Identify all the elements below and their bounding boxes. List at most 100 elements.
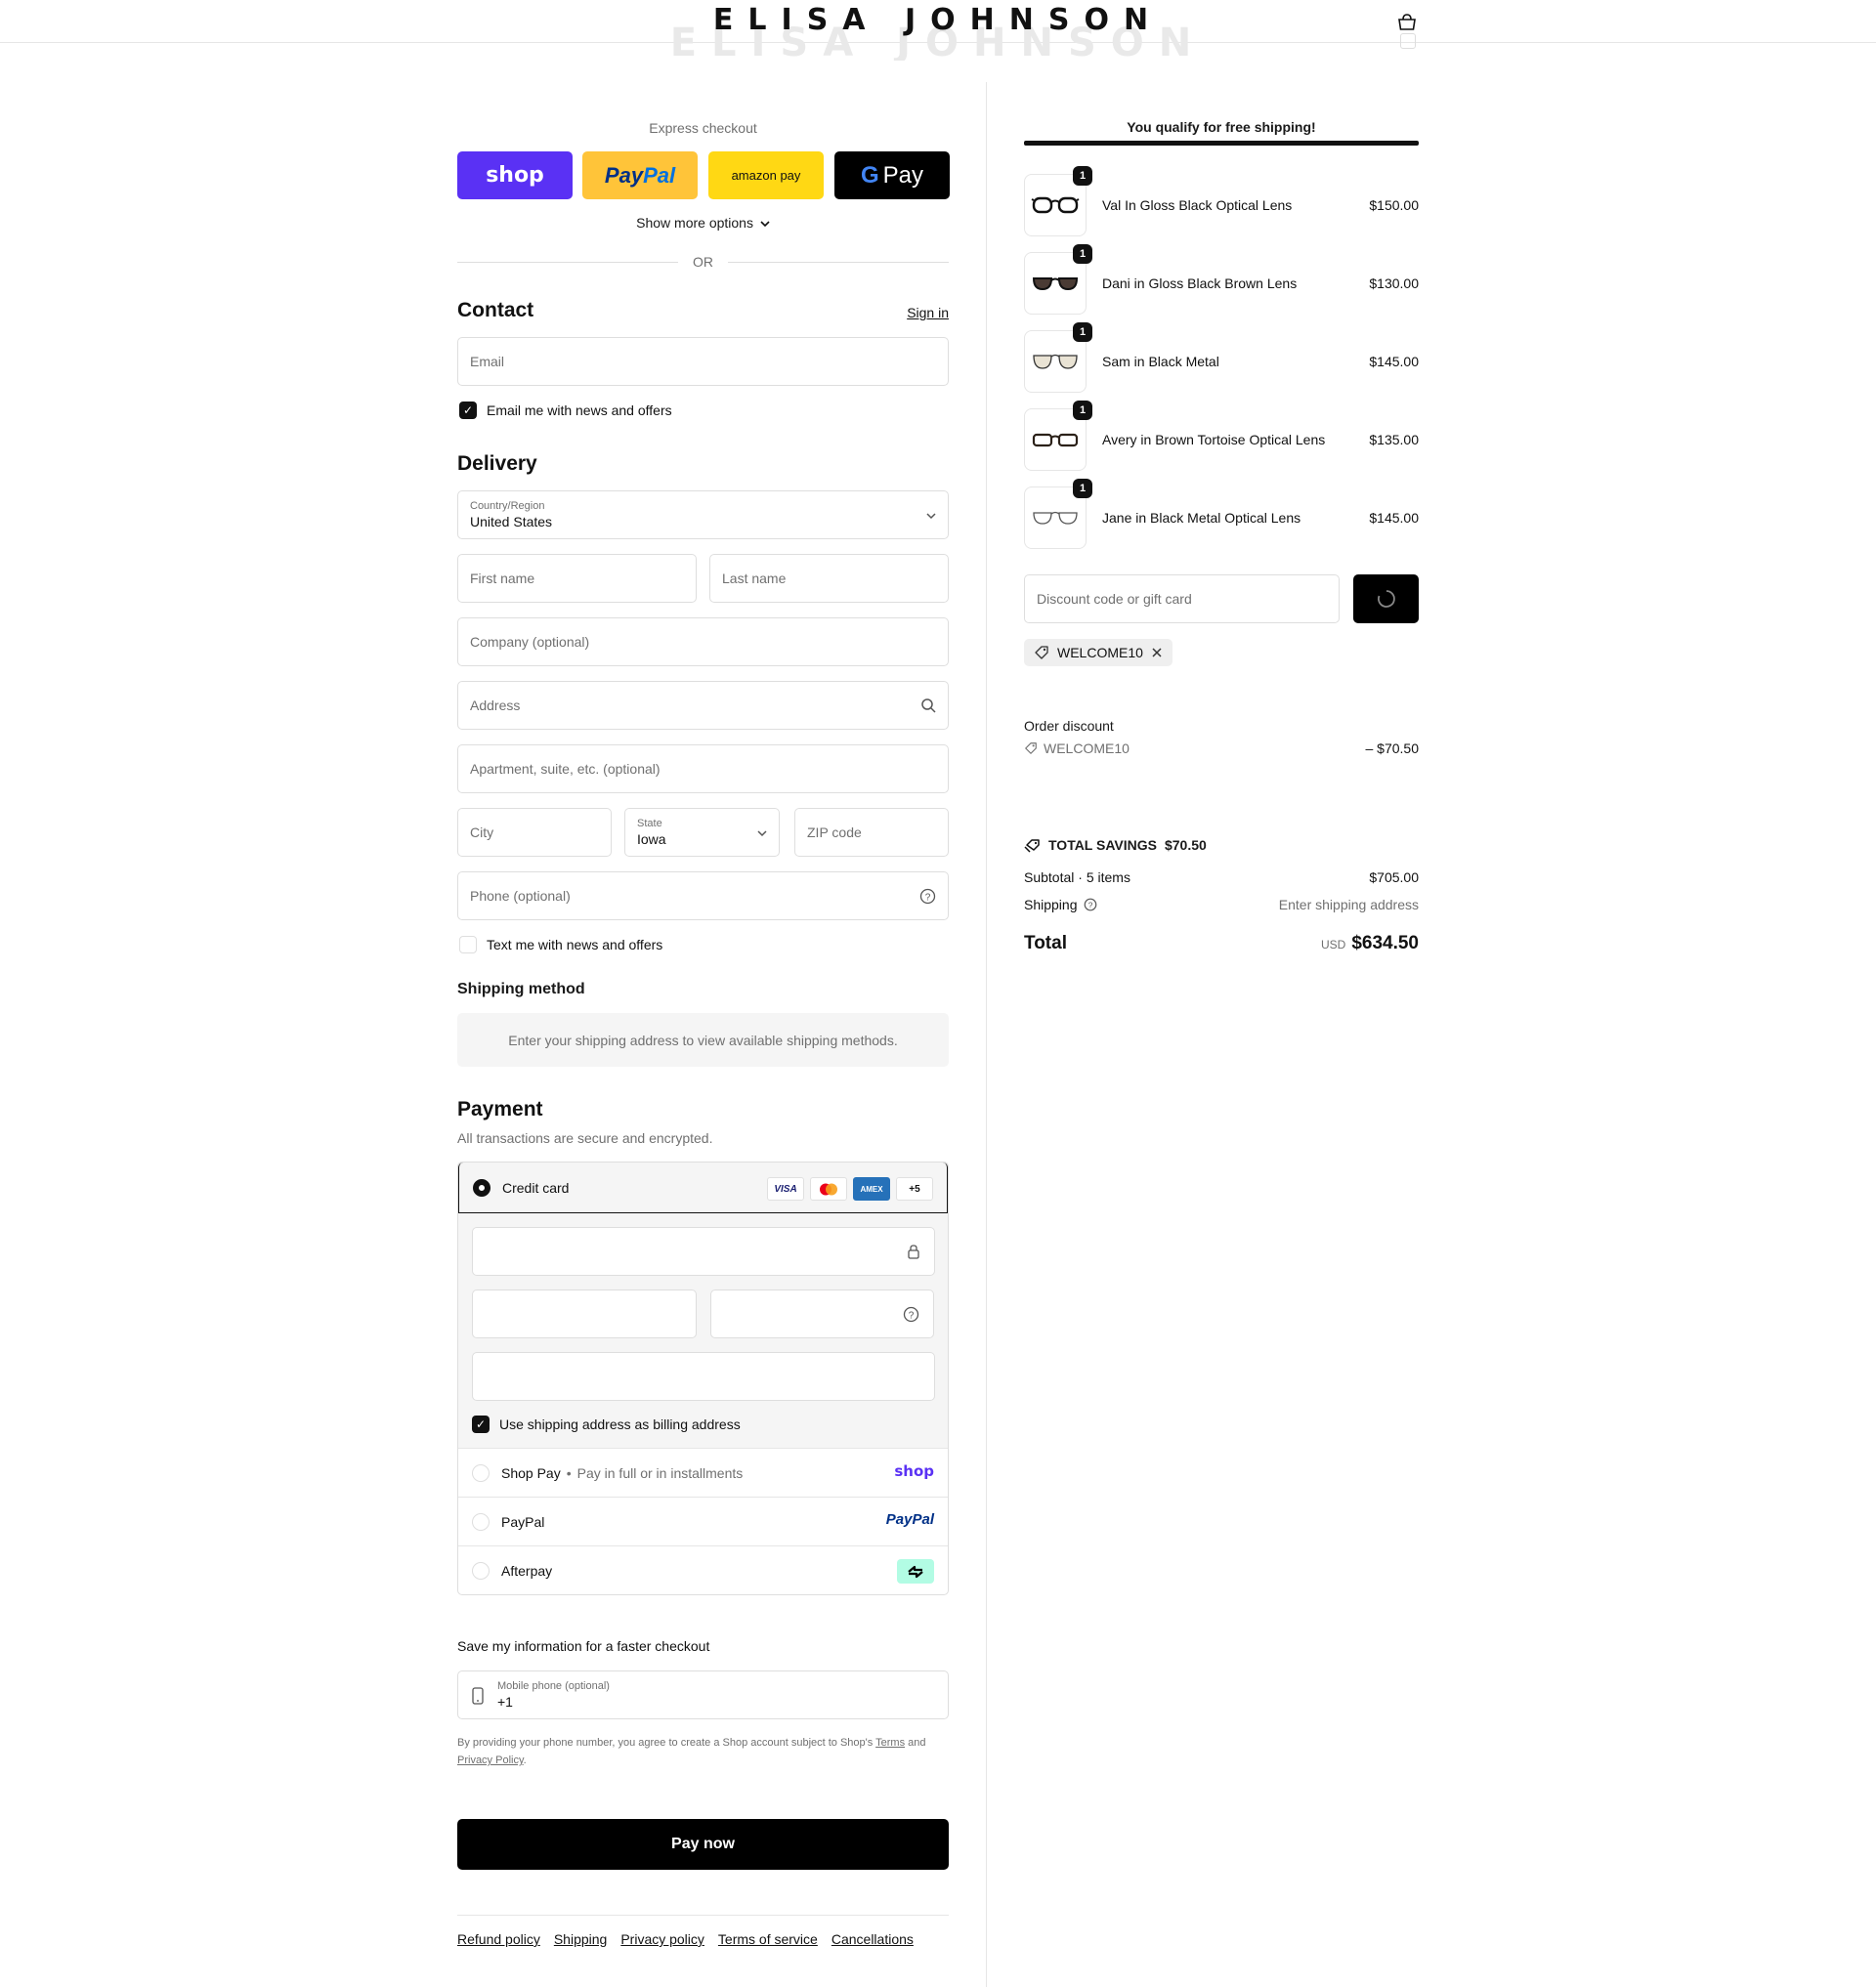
sign-in-link[interactable]: Sign in bbox=[907, 305, 949, 320]
close-icon[interactable] bbox=[1151, 647, 1163, 658]
email-newsletter-label: Email me with news and offers bbox=[487, 402, 672, 418]
total-row: Total USD $634.50 bbox=[1024, 933, 1419, 954]
cancellations-link[interactable]: Cancellations bbox=[831, 1931, 914, 1947]
terms-link[interactable]: Terms bbox=[875, 1737, 905, 1749]
billing-address-label: Use shipping address as billing address bbox=[499, 1416, 741, 1432]
paypal-label: PayPal bbox=[501, 1513, 545, 1530]
shop-pay-radio[interactable] bbox=[472, 1463, 490, 1482]
security-code-field[interactable]: ? bbox=[709, 1289, 934, 1338]
delivery-heading: Delivery bbox=[457, 452, 537, 475]
email-field[interactable]: Email bbox=[457, 337, 949, 386]
last-name-field[interactable]: Last name bbox=[709, 554, 949, 603]
product-price: $135.00 bbox=[1369, 432, 1419, 447]
name-on-card-field[interactable] bbox=[472, 1352, 935, 1401]
amazon-pay-button[interactable]: amazon pay bbox=[708, 151, 824, 199]
amex-icon: AMEX bbox=[853, 1177, 890, 1201]
order-discount-value: – $70.50 bbox=[1365, 740, 1420, 756]
city-field[interactable]: City bbox=[457, 808, 612, 857]
refund-policy-link[interactable]: Refund policy bbox=[457, 1931, 540, 1947]
paypal-option[interactable]: PayPal PayPal bbox=[458, 1497, 948, 1545]
free-shipping-message: You qualify for free shipping! bbox=[1127, 119, 1316, 135]
google-pay-button[interactable]: G Pay bbox=[834, 151, 950, 199]
search-icon bbox=[921, 698, 936, 713]
product-price: $145.00 bbox=[1369, 354, 1419, 369]
help-circle-icon[interactable]: ? bbox=[903, 1306, 919, 1323]
applied-code-label: WELCOME10 bbox=[1057, 645, 1143, 660]
cart-icon-reflection bbox=[1400, 33, 1416, 49]
shop-pay-option[interactable]: Shop Pay • Pay in full or in installment… bbox=[458, 1448, 948, 1497]
shop-pay-button[interactable]: shop bbox=[457, 151, 573, 199]
shipping-method-heading: Shipping method bbox=[457, 981, 585, 997]
visa-icon: VISA bbox=[767, 1177, 804, 1201]
credit-card-option[interactable]: Credit card VISA AMEX +5 bbox=[458, 1163, 948, 1213]
pay-now-button[interactable]: Pay now bbox=[457, 1819, 949, 1870]
state-select[interactable]: State Iowa bbox=[624, 808, 780, 857]
email-newsletter-option[interactable]: ✓ Email me with news and offers bbox=[459, 402, 672, 419]
email-newsletter-checkbox[interactable]: ✓ bbox=[459, 402, 477, 419]
address-field[interactable]: Address bbox=[457, 681, 949, 730]
google-pay-label: Pay bbox=[882, 161, 924, 189]
afterpay-label: Afterpay bbox=[501, 1562, 553, 1579]
billing-address-checkbox[interactable]: ✓ bbox=[472, 1416, 490, 1433]
shipping-row: Shipping ? Enter shipping address bbox=[1024, 897, 1419, 912]
store-logo[interactable]: ELISA JOHNSON bbox=[0, 3, 1876, 38]
company-field[interactable]: Company (optional) bbox=[457, 617, 949, 666]
total-value: $634.50 bbox=[1351, 933, 1419, 953]
credit-card-radio[interactable] bbox=[473, 1178, 490, 1197]
line-item: 1 Sam in Black Metal $145.00 bbox=[1024, 322, 1419, 395]
shop-pay-label: Shop Pay bbox=[501, 1464, 561, 1481]
more-cards-badge: +5 bbox=[896, 1177, 933, 1201]
order-discount-code: WELCOME10 bbox=[1044, 740, 1130, 756]
product-name: Jane in Black Metal Optical Lens bbox=[1102, 510, 1301, 526]
quantity-badge: 1 bbox=[1073, 479, 1092, 498]
expiration-date-field[interactable] bbox=[472, 1289, 697, 1338]
terms-of-service-link[interactable]: Terms of service bbox=[718, 1931, 818, 1947]
country-select[interactable]: Country/Region United States bbox=[457, 490, 949, 539]
applied-discount-chip: WELCOME10 bbox=[1024, 639, 1172, 666]
card-number-field[interactable] bbox=[472, 1227, 935, 1276]
google-g-icon: G bbox=[860, 161, 879, 189]
line-item: 1 Val In Gloss Black Optical Lens $150.0… bbox=[1024, 166, 1419, 238]
cart-icon[interactable] bbox=[1397, 14, 1417, 31]
shipping-policy-link[interactable]: Shipping bbox=[554, 1931, 608, 1947]
afterpay-option[interactable]: Afterpay bbox=[458, 1545, 948, 1594]
subtotal-row: Subtotal · 5 items $705.00 bbox=[1024, 869, 1419, 885]
shipping-label: Shipping bbox=[1024, 897, 1078, 912]
card-brand-badges: VISA AMEX +5 bbox=[767, 1177, 933, 1201]
sms-newsletter-option[interactable]: Text me with news and offers bbox=[459, 936, 662, 953]
phone-field[interactable]: Phone (optional) ? bbox=[457, 871, 949, 920]
first-name-field[interactable]: First name bbox=[457, 554, 697, 603]
site-header: ELISA JOHNSON ELISA JOHNSON bbox=[0, 0, 1876, 61]
help-circle-icon[interactable]: ? bbox=[919, 888, 936, 905]
quantity-badge: 1 bbox=[1073, 166, 1092, 186]
total-savings-row: TOTAL SAVINGS $70.50 bbox=[1024, 837, 1207, 853]
privacy-policy-footer-link[interactable]: Privacy policy bbox=[620, 1931, 704, 1947]
tag-icon bbox=[1024, 838, 1040, 853]
afterpay-radio[interactable] bbox=[472, 1561, 490, 1580]
afterpay-icon bbox=[897, 1559, 934, 1584]
line-item: 1 Dani in Gloss Black Brown Lens $130.00 bbox=[1024, 244, 1419, 317]
paypal-radio[interactable] bbox=[472, 1512, 490, 1531]
discount-code-field[interactable]: Discount code or gift card bbox=[1024, 574, 1340, 623]
sms-newsletter-checkbox[interactable] bbox=[459, 936, 477, 953]
shipping-value: Enter shipping address bbox=[1278, 897, 1419, 912]
zip-code-field[interactable]: ZIP code bbox=[794, 808, 949, 857]
apartment-field[interactable]: Apartment, suite, etc. (optional) bbox=[457, 744, 949, 793]
help-circle-icon[interactable]: ? bbox=[1084, 898, 1097, 911]
chevron-down-icon bbox=[760, 221, 770, 228]
lock-icon bbox=[908, 1245, 919, 1259]
mobile-phone-icon bbox=[472, 1687, 484, 1705]
quantity-badge: 1 bbox=[1073, 244, 1092, 264]
mobile-phone-field[interactable]: Mobile phone (optional) +1 bbox=[457, 1670, 949, 1719]
privacy-policy-link[interactable]: Privacy Policy bbox=[457, 1754, 524, 1766]
subtotal-label: Subtotal · 5 items bbox=[1024, 869, 1130, 885]
apply-discount-button[interactable] bbox=[1353, 574, 1419, 623]
show-more-options-button[interactable]: Show more options bbox=[457, 215, 949, 231]
amazon-pay-logo: amazon pay bbox=[731, 168, 801, 183]
billing-address-option[interactable]: ✓ Use shipping address as billing addres… bbox=[472, 1415, 934, 1434]
sms-newsletter-label: Text me with news and offers bbox=[487, 937, 663, 952]
paypal-button[interactable]: PayPal bbox=[582, 151, 698, 199]
shipping-method-message: Enter your shipping address to view avai… bbox=[457, 1013, 949, 1067]
free-shipping-progress-bar bbox=[1024, 141, 1419, 146]
product-name: Sam in Black Metal bbox=[1102, 354, 1219, 369]
